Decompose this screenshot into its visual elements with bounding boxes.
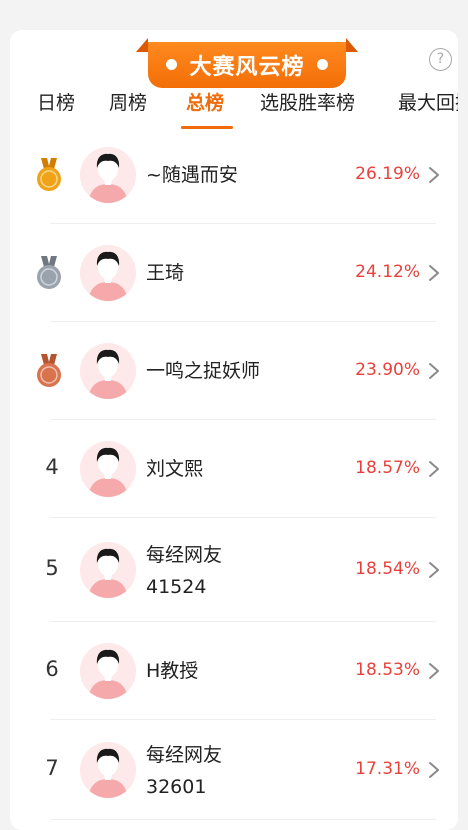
row-divider xyxy=(50,819,436,820)
badge-ear-left xyxy=(136,38,148,52)
tab-weekly[interactable]: 周榜 xyxy=(109,90,147,116)
badge-ear-right xyxy=(346,38,358,52)
rank-number: 5 xyxy=(45,556,59,580)
ranking-row[interactable]: 5 每经网友 41524 18.54% xyxy=(10,518,458,622)
user-name: 每经网友 xyxy=(146,544,223,566)
user-name: ~随遇而安 xyxy=(146,164,238,186)
return-percent: 24.12% xyxy=(355,262,420,282)
chevron-right-icon[interactable] xyxy=(427,362,441,380)
ranking-row[interactable]: 王琦 24.12% xyxy=(10,224,458,322)
ranking-row[interactable]: 4 刘文熙 18.57% xyxy=(10,420,458,518)
return-percent: 23.90% xyxy=(355,360,420,380)
tab-overall[interactable]: 总榜 xyxy=(186,90,224,116)
return-percent: 18.57% xyxy=(355,458,420,478)
return-percent: 18.54% xyxy=(355,559,420,579)
chevron-right-icon[interactable] xyxy=(427,662,441,680)
avatar[interactable] xyxy=(80,643,136,699)
rank-number: 7 xyxy=(45,756,59,780)
user-name: H教授 xyxy=(146,660,199,682)
user-name: 每经网友 xyxy=(146,744,223,766)
page-title: 大赛风云榜 xyxy=(189,55,305,80)
return-percent: 18.53% xyxy=(355,660,420,680)
user-name: 一鸣之捉妖师 xyxy=(146,360,261,382)
ranking-row[interactable]: 一鸣之捉妖师 23.90% xyxy=(10,322,458,420)
return-percent: 17.31% xyxy=(355,759,420,779)
tab-daily[interactable]: 日榜 xyxy=(37,90,75,116)
help-icon[interactable]: ? xyxy=(429,48,452,71)
rank-number: 6 xyxy=(45,657,59,681)
chevron-right-icon[interactable] xyxy=(427,561,441,579)
avatar[interactable] xyxy=(80,343,136,399)
return-percent: 26.19% xyxy=(355,164,420,184)
chevron-right-icon[interactable] xyxy=(427,166,441,184)
user-name-line-2: 32601 xyxy=(146,776,207,798)
ranking-row[interactable]: 6 H教授 18.53% xyxy=(10,622,458,720)
gold-medal-icon xyxy=(34,157,64,193)
user-name: 刘文熙 xyxy=(146,458,204,480)
chevron-right-icon[interactable] xyxy=(427,264,441,282)
avatar[interactable] xyxy=(80,441,136,497)
avatar[interactable] xyxy=(80,742,136,798)
avatar[interactable] xyxy=(80,245,136,301)
silver-medal-icon xyxy=(34,255,64,291)
chevron-right-icon[interactable] xyxy=(427,761,441,779)
tab-max-drawdown[interactable]: 最大回撤 xyxy=(398,90,458,116)
ranking-row[interactable]: 7 每经网友 32601 17.31% xyxy=(10,720,458,820)
leaderboard-card: 大赛风云榜 ? 日榜 周榜 总榜 选股胜率榜 最大回撤 ~随遇而安26.19% … xyxy=(10,30,458,830)
tab-win-rate[interactable]: 选股胜率榜 xyxy=(260,90,355,116)
dot-icon xyxy=(317,59,328,70)
header-title-banner: 大赛风云榜 xyxy=(148,42,346,88)
avatar[interactable] xyxy=(80,147,136,203)
dot-icon xyxy=(166,59,177,70)
user-name-line-2: 41524 xyxy=(146,576,207,598)
avatar[interactable] xyxy=(80,542,136,598)
ranking-row[interactable]: ~随遇而安 26.19% xyxy=(10,126,458,224)
header-badge: 大赛风云榜 xyxy=(136,38,358,88)
rank-number: 4 xyxy=(45,455,59,479)
user-name: 王琦 xyxy=(146,262,185,284)
chevron-right-icon[interactable] xyxy=(427,460,441,478)
bronze-medal-icon xyxy=(34,353,64,389)
